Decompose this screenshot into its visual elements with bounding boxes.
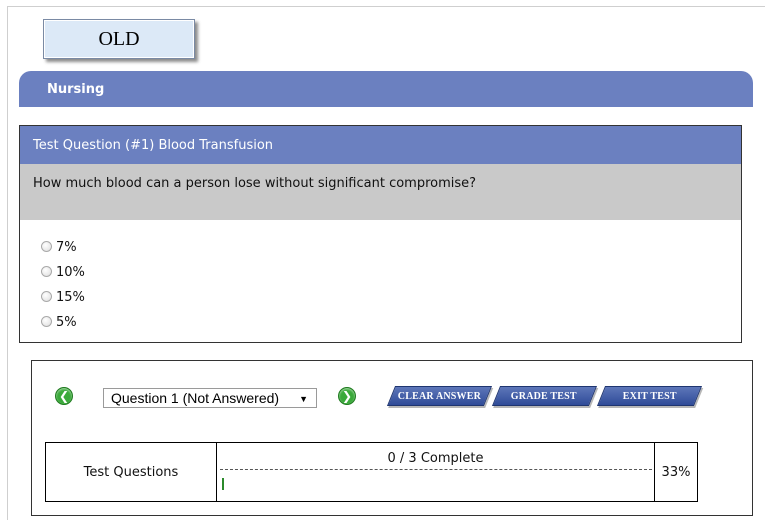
answer-option-3[interactable]: 15% bbox=[41, 285, 741, 310]
answer-options: 7% 10% 15% 5% bbox=[20, 220, 741, 335]
answer-option-label: 15% bbox=[56, 290, 85, 305]
old-badge-label: OLD bbox=[98, 27, 140, 50]
progress-status: 0 / 3 Complete bbox=[387, 451, 484, 466]
section-header: Nursing bbox=[19, 71, 753, 107]
progress-percent-cell: 33% bbox=[655, 443, 697, 501]
question-select-value: Question 1 (Not Answered) bbox=[111, 390, 280, 406]
progress-label-cell: Test Questions bbox=[46, 443, 217, 501]
progress-cell: 0 / 3 Complete bbox=[217, 443, 655, 501]
section-title: Nursing bbox=[47, 81, 105, 97]
radio-button[interactable] bbox=[41, 291, 52, 302]
next-question-button[interactable]: ❯ bbox=[338, 387, 356, 405]
arrow-right-icon: ❯ bbox=[341, 389, 353, 403]
test-navigation-panel: ❮ Question 1 (Not Answered) ▼ ❯ CLEAR AN… bbox=[31, 360, 753, 516]
radio-button[interactable] bbox=[41, 266, 52, 277]
radio-button[interactable] bbox=[41, 241, 52, 252]
answer-option-1[interactable]: 7% bbox=[41, 235, 741, 260]
previous-question-button[interactable]: ❮ bbox=[55, 387, 73, 405]
exit-test-button[interactable]: EXIT TEST bbox=[596, 386, 703, 406]
question-card: Test Question (#1) Blood Transfusion How… bbox=[19, 125, 742, 343]
question-prompt: How much blood can a person lose without… bbox=[20, 164, 741, 220]
answer-option-label: 5% bbox=[56, 315, 77, 330]
old-version-badge[interactable]: OLD bbox=[43, 19, 195, 59]
progress-percent: 33% bbox=[661, 464, 691, 480]
answer-option-2[interactable]: 10% bbox=[41, 260, 741, 285]
question-title: Test Question (#1) Blood Transfusion bbox=[33, 137, 274, 153]
answer-option-label: 10% bbox=[56, 265, 85, 280]
progress-track bbox=[220, 469, 652, 470]
arrow-left-icon: ❮ bbox=[58, 389, 70, 403]
exit-test-label: EXIT TEST bbox=[622, 390, 677, 402]
question-select[interactable]: Question 1 (Not Answered) ▼ bbox=[103, 388, 317, 408]
progress-table: Test Questions 0 / 3 Complete 33% bbox=[45, 442, 698, 502]
answer-option-label: 7% bbox=[56, 240, 77, 255]
grade-test-label: GRADE TEST bbox=[511, 390, 578, 402]
clear-answer-label: CLEAR ANSWER bbox=[397, 390, 482, 402]
radio-button[interactable] bbox=[41, 316, 52, 327]
progress-label: Test Questions bbox=[83, 464, 179, 480]
clear-answer-button[interactable]: CLEAR ANSWER bbox=[386, 386, 493, 406]
answer-option-4[interactable]: 5% bbox=[41, 310, 741, 335]
chevron-down-icon: ▼ bbox=[299, 394, 308, 404]
question-prompt-text: How much blood can a person lose without… bbox=[33, 176, 477, 191]
question-header: Test Question (#1) Blood Transfusion bbox=[20, 126, 741, 164]
progress-fill bbox=[222, 478, 224, 490]
grade-test-button[interactable]: GRADE TEST bbox=[491, 386, 598, 406]
